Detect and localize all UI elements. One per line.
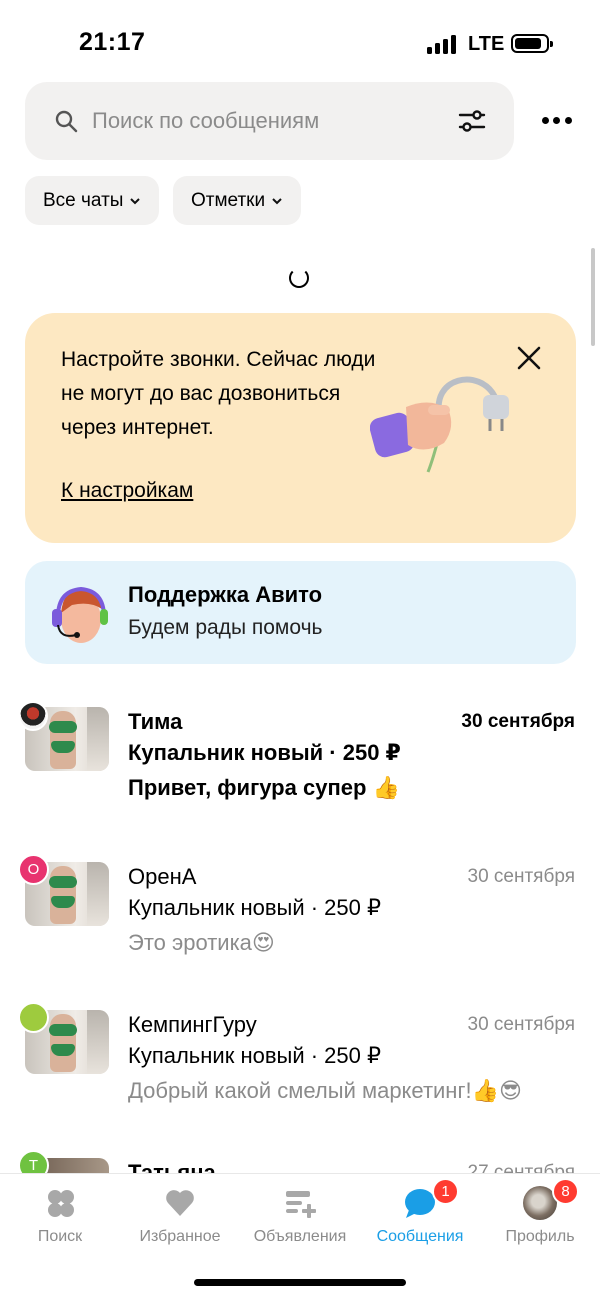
chat-last-message: Добрый какой смелый маркетинг!👍😎 <box>128 1078 522 1103</box>
tab-label: Объявления <box>253 1228 347 1245</box>
user-avatar <box>18 701 48 731</box>
tab-search[interactable]: Поиск <box>0 1182 120 1252</box>
tab-label: Профиль <box>505 1228 575 1245</box>
support-subtitle: Будем рады помочь <box>128 616 323 639</box>
support-agent-icon <box>52 586 108 643</box>
marks-label: Отметки <box>191 189 266 211</box>
chat-last-message: Привет, фигура супер 👍 <box>128 775 400 800</box>
chat-date: 30 сентября <box>461 711 575 732</box>
scrollbar[interactable] <box>591 248 595 346</box>
chat-date: 30 сентября <box>467 866 576 887</box>
user-avatar: О <box>18 854 49 885</box>
tab-messages[interactable]: 1 Сообщения <box>360 1178 480 1252</box>
tab-profile[interactable]: 8 Профиль <box>480 1178 600 1252</box>
signal-icon <box>427 34 459 54</box>
chat-last-message: Это эротика😍 <box>128 930 275 955</box>
tab-favorites[interactable]: Избранное <box>120 1182 240 1252</box>
support-title: Поддержка Авито <box>128 582 323 607</box>
chat-listing-title: Купальник новый · 250 ₽ <box>128 1043 381 1068</box>
chat-name: КемпингГуру <box>128 1012 257 1037</box>
heart-icon <box>166 1190 194 1216</box>
chevron-down-icon <box>272 197 282 204</box>
network-label: LTE <box>468 33 505 55</box>
profile-badge: 8 <box>552 1178 579 1205</box>
chat-date: 30 сентября <box>467 1014 576 1035</box>
status-time: 21:17 <box>79 28 146 56</box>
search-tab-icon <box>48 1190 74 1217</box>
search-bar[interactable]: Поиск по сообщениям <box>25 82 514 160</box>
more-menu-icon[interactable] <box>538 111 576 131</box>
chat-name: Тима <box>128 709 183 734</box>
messages-badge: 1 <box>432 1178 459 1205</box>
hand-plug-illustration <box>370 376 509 473</box>
chat-name: ОренА <box>128 864 197 889</box>
chat-listing-title: Купальник новый · 250 ₽ <box>128 740 401 765</box>
user-avatar <box>18 1002 49 1033</box>
chat-listing-title: Купальник новый · 250 ₽ <box>128 895 381 920</box>
battery-icon <box>511 34 553 53</box>
tab-label: Избранное <box>139 1228 221 1245</box>
all-chats-label: Все чаты <box>43 189 124 211</box>
support-chat-card[interactable]: Поддержка Авито Будем рады помочь <box>25 561 576 664</box>
chat-list-item[interactable]: О ОренА 30 сентября Купальник новый · 25… <box>0 854 600 1002</box>
home-indicator <box>194 1279 406 1286</box>
chat-list-item[interactable]: Тима 30 сентября Купальник новый · 250 ₽… <box>0 701 600 847</box>
tab-label: Поиск <box>37 1228 83 1245</box>
tab-listings[interactable]: Объявления <box>240 1182 360 1252</box>
all-chats-filter[interactable]: Все чаты <box>25 176 160 225</box>
marks-filter[interactable]: Отметки <box>173 176 302 225</box>
call-settings-banner: Настройте звонки. Сейчас люди не могут д… <box>25 313 576 543</box>
tab-label: Сообщения <box>376 1228 464 1245</box>
listings-icon <box>286 1191 316 1218</box>
close-icon[interactable] <box>517 346 541 370</box>
chevron-down-icon <box>130 197 141 204</box>
status-bar: 21:17 LTE <box>0 0 600 80</box>
chat-list-item[interactable]: КемпингГуру 30 сентября Купальник новый … <box>0 1002 600 1150</box>
search-icon <box>55 110 78 133</box>
settings-link[interactable]: К настройкам <box>61 479 193 503</box>
banner-text: Настройте звонки. Сейчас люди не могут д… <box>61 348 376 439</box>
filter-settings-icon[interactable] <box>458 109 486 133</box>
search-input[interactable]: Поиск по сообщениям <box>92 108 319 134</box>
loading-spinner <box>289 268 309 288</box>
